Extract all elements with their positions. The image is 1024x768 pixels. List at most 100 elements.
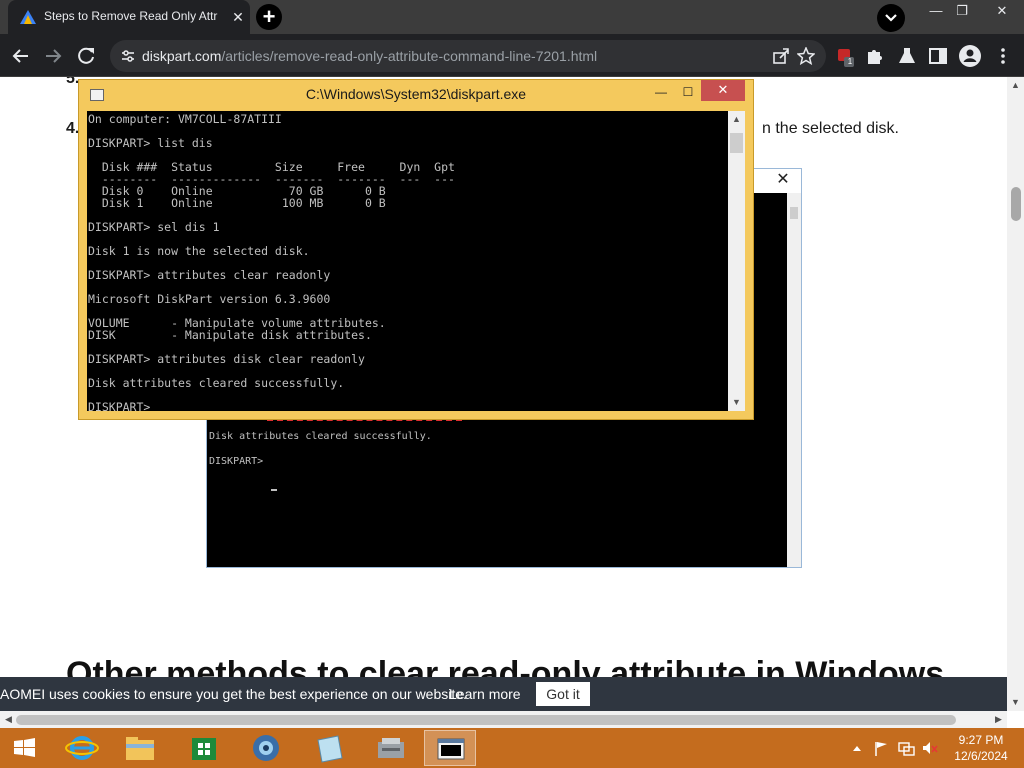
folder-icon: [126, 737, 154, 760]
console-scroll-thumb[interactable]: [730, 133, 743, 153]
taskbar-internet-explorer[interactable]: [56, 730, 108, 766]
scroll-up-arrow-icon[interactable]: ▲: [1007, 80, 1024, 90]
reload-icon: [78, 47, 94, 64]
windows-taskbar: 9:27 PM 12/6/2024: [0, 728, 1024, 768]
system-clock[interactable]: 9:27 PM 12/6/2024: [944, 732, 1018, 764]
new-tab-button[interactable]: +: [256, 4, 282, 30]
step-4-text: n the selected disk.: [762, 120, 899, 137]
window-restore-button[interactable]: ❐: [946, 0, 978, 26]
tab-search-button[interactable]: [877, 4, 905, 32]
windows-logo-icon: [14, 738, 35, 757]
console-line: DISKPART> sel dis 1: [88, 220, 220, 234]
taskbar-store[interactable]: [178, 730, 230, 766]
network-icon: [898, 742, 915, 756]
console-line: Disk 1 is now the selected disk.: [88, 244, 310, 258]
learn-more-link[interactable]: Learn more: [449, 686, 521, 702]
url-path: /articles/remove-read-only-attribute-com…: [221, 48, 598, 64]
cookie-message: AOMEI uses cookies to ensure you get the…: [0, 686, 467, 702]
window-close-button[interactable]: ✕: [986, 0, 1018, 26]
volume-tray[interactable]: [920, 738, 938, 758]
labs-button[interactable]: [894, 43, 920, 69]
internet-explorer-icon: [65, 736, 99, 760]
flag-icon: [875, 742, 887, 756]
page-vertical-scrollbar[interactable]: ▲ ▼: [1007, 77, 1024, 711]
scroll-right-arrow-icon[interactable]: ▶: [990, 711, 1007, 728]
diskpart-scrollbar[interactable]: ▲ ▼: [728, 111, 745, 411]
screen: Steps to Remove Read Only Attr ✕ + — ❐ ✕…: [0, 0, 1024, 768]
screenshot-close-icon: ✕: [776, 171, 790, 188]
avatar-icon: [959, 45, 981, 67]
chevron-down-icon: [885, 14, 897, 22]
back-button[interactable]: [8, 43, 34, 69]
console-line: Microsoft DiskPart version 6.3.9600: [88, 292, 331, 306]
scroll-down-arrow-icon[interactable]: ▼: [1007, 697, 1024, 707]
taskbar-browser[interactable]: [240, 730, 292, 766]
forward-button[interactable]: [40, 43, 66, 69]
diskpart-maximize-button[interactable]: ☐: [675, 83, 701, 103]
store-icon: [192, 738, 216, 760]
url-text: diskpart.com/articles/remove-read-only-a…: [142, 48, 597, 64]
scroll-left-arrow-icon[interactable]: ◀: [0, 711, 17, 728]
diskpart-minimize-button[interactable]: —: [648, 83, 674, 103]
chevron-up-icon: [853, 746, 861, 751]
share-icon[interactable]: [772, 47, 790, 65]
diskpart-console[interactable]: On computer: VM7COLL-87ATIII DISKPART> li…: [87, 111, 728, 411]
extension-shield-icon: [838, 49, 854, 67]
diskpart-window[interactable]: C:\Windows\System32\diskpart.exe — ☐ ✕ O…: [78, 79, 754, 420]
bookmark-star-icon[interactable]: [797, 47, 815, 65]
screenshot-scrollbar: [787, 193, 801, 567]
reload-button[interactable]: [73, 43, 99, 69]
tab-strip: Steps to Remove Read Only Attr ✕ + — ❐ ✕: [0, 0, 1024, 34]
console-scroll-up-icon[interactable]: ▲: [728, 114, 745, 124]
page-horizontal-scrollbar[interactable]: ◀ ▶: [0, 711, 1007, 728]
show-hidden-icons[interactable]: [850, 738, 864, 758]
arrow-left-icon: [12, 49, 28, 63]
tab-close-icon[interactable]: ✕: [228, 7, 248, 27]
console-line: On computer: VM7COLL-87ATIII: [88, 112, 282, 126]
extensions-menu-button[interactable]: [862, 43, 888, 69]
console-line: DISKPART> list dis: [88, 136, 213, 150]
cookie-banner: AOMEI uses cookies to ensure you get the…: [0, 677, 1007, 711]
flask-icon: [899, 48, 915, 63]
site-favicon-icon: [20, 10, 36, 24]
side-panel-icon: [929, 48, 947, 64]
console-line: Disk attributes cleared successfully.: [88, 376, 345, 390]
console-line: DISKPART>: [88, 400, 158, 411]
diskpart-titlebar[interactable]: C:\Windows\System32\diskpart.exe — ☐ ✕: [79, 80, 753, 110]
address-bar[interactable]: diskpart.com/articles/remove-read-only-a…: [110, 40, 826, 72]
got-it-button[interactable]: Got it: [536, 682, 590, 706]
page-hscroll-thumb[interactable]: [16, 715, 956, 725]
taskbar-file-explorer[interactable]: [114, 730, 166, 766]
profile-button[interactable]: [957, 43, 983, 69]
browser-toolbar: diskpart.com/articles/remove-read-only-a…: [0, 34, 1024, 77]
extension-button[interactable]: 1: [832, 43, 858, 69]
console-line: DISKPART> attributes disk clear readonly: [88, 352, 365, 366]
speaker-muted-icon: [923, 742, 938, 754]
action-center-tray[interactable]: [872, 738, 890, 758]
extension-badge: 1: [847, 57, 853, 66]
notepad-icon: [317, 735, 343, 763]
network-tray[interactable]: [897, 738, 915, 758]
kebab-menu-icon: [1001, 48, 1005, 64]
control-panel-icon: [378, 738, 404, 758]
taskbar-control-panel[interactable]: [364, 730, 416, 766]
side-panel-button[interactable]: [925, 43, 951, 69]
arrow-right-icon: [46, 49, 62, 63]
taskbar-notepad[interactable]: [302, 730, 354, 766]
command-prompt-icon: [437, 738, 465, 760]
browser-menu-button[interactable]: [990, 43, 1016, 69]
site-settings-icon: [122, 50, 134, 62]
clock-date: 12/6/2024: [954, 749, 1008, 763]
page-scroll-thumb[interactable]: [1011, 187, 1021, 221]
clock-time: 9:27 PM: [958, 733, 1004, 747]
console-scroll-down-icon[interactable]: ▼: [728, 397, 745, 407]
console-line: DISK - Manipulate disk attributes.: [88, 328, 372, 342]
url-host: diskpart.com: [142, 48, 222, 64]
tab-title: Steps to Remove Read Only Attr: [44, 9, 218, 23]
diskpart-close-button[interactable]: ✕: [701, 80, 745, 101]
taskbar-command-prompt[interactable]: [424, 730, 476, 766]
browser-tab[interactable]: Steps to Remove Read Only Attr ✕: [8, 0, 250, 34]
puzzle-icon: [868, 50, 882, 64]
screenshot-console-line: Disk attributes cleared successfully.: [209, 431, 432, 442]
start-button[interactable]: [4, 732, 44, 764]
